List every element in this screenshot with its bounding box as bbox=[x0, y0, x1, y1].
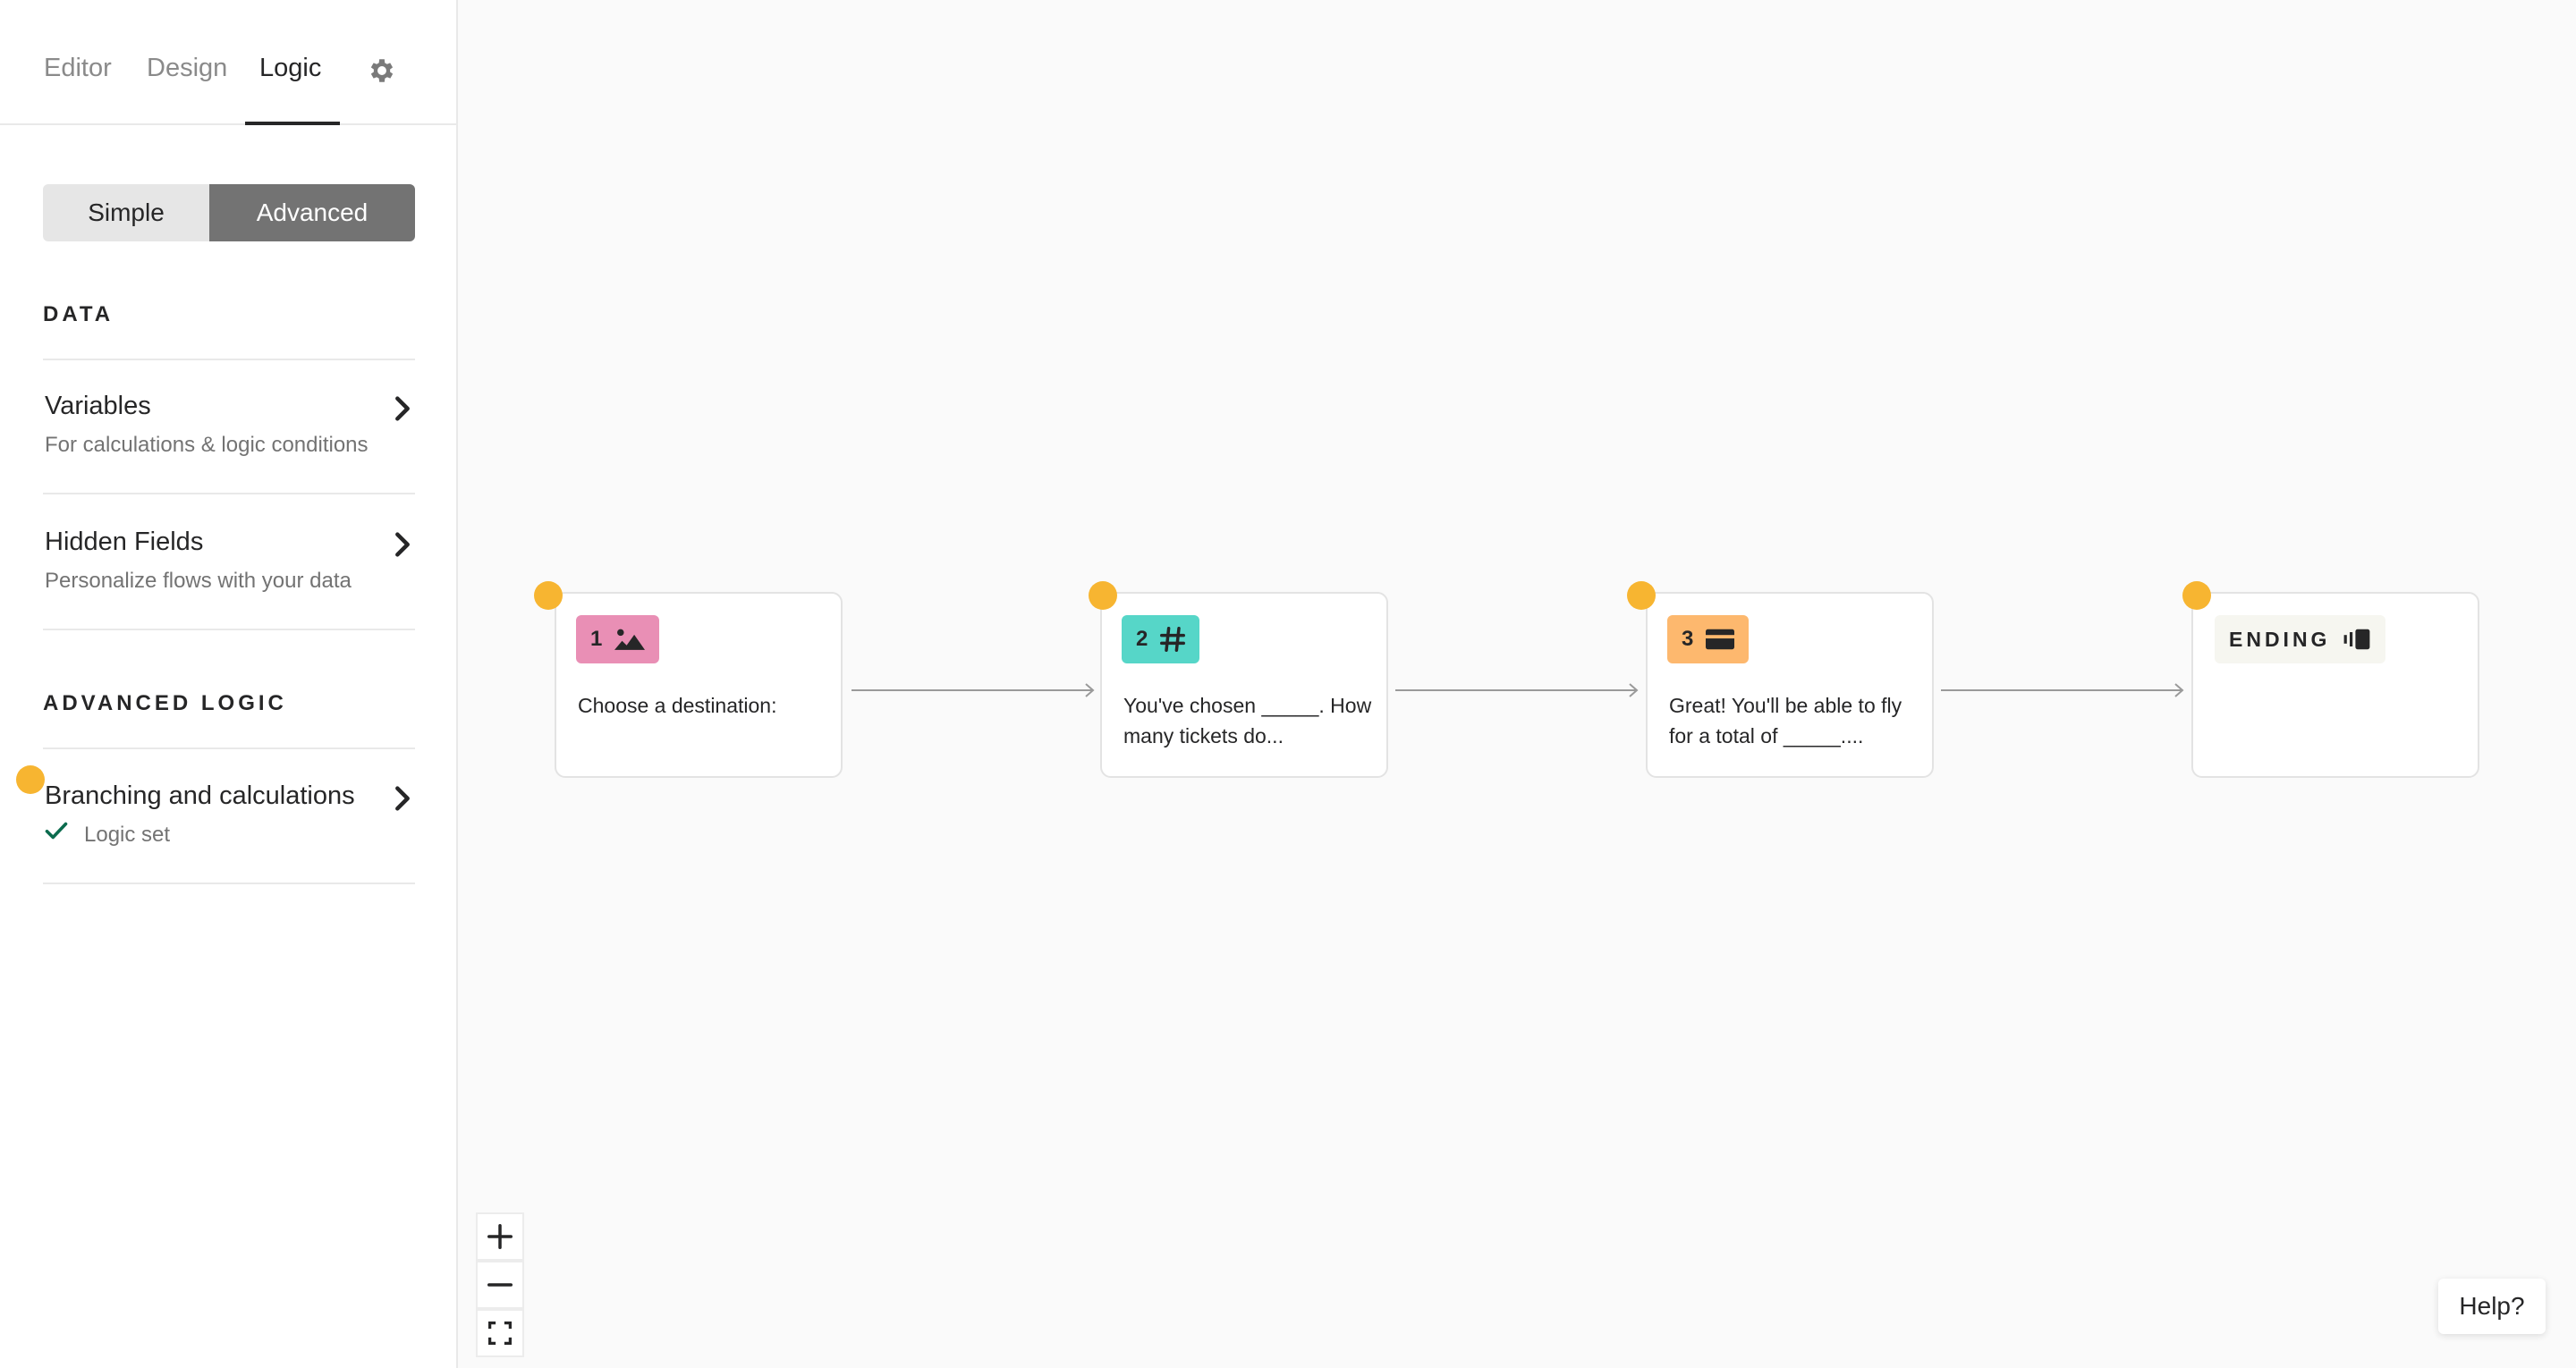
question-text: Great! You'll be able to fly for a total… bbox=[1669, 694, 1902, 747]
question-badge-1: 1 bbox=[576, 615, 660, 663]
minus-icon bbox=[487, 1283, 513, 1287]
ending-badge: ENDING bbox=[2215, 615, 2386, 663]
advanced-mode-button[interactable]: Advanced bbox=[209, 184, 415, 241]
divider bbox=[43, 882, 415, 884]
hidden-fields-title: Hidden Fields bbox=[45, 528, 204, 556]
zoom-in-button[interactable] bbox=[476, 1212, 524, 1261]
question-text: Choose a destination: bbox=[578, 694, 777, 717]
ending-icon bbox=[2344, 629, 2370, 650]
checkmark-icon bbox=[45, 822, 68, 840]
hidden-fields-item[interactable]: Hidden Fields Personalize flows with you… bbox=[43, 528, 415, 599]
zoom-out-button[interactable] bbox=[476, 1261, 524, 1309]
tab-design[interactable]: Design bbox=[147, 54, 227, 83]
logic-mode-toggle: Simple Advanced bbox=[43, 184, 415, 241]
advanced-logic-section-heading: ADVANCED LOGIC bbox=[43, 691, 287, 715]
node-logic-dot[interactable] bbox=[1627, 581, 1656, 610]
ending-node[interactable]: ENDING bbox=[2191, 592, 2479, 778]
variables-item[interactable]: Variables For calculations & logic condi… bbox=[43, 392, 415, 463]
node-logic-dot[interactable] bbox=[2182, 581, 2211, 610]
divider bbox=[43, 629, 415, 630]
question-number: 2 bbox=[1136, 627, 1148, 651]
question-number: 1 bbox=[590, 627, 603, 651]
help-button[interactable]: Help? bbox=[2438, 1279, 2546, 1334]
simple-mode-button[interactable]: Simple bbox=[43, 184, 209, 241]
chevron-right-icon bbox=[395, 532, 410, 557]
connector-arrow bbox=[852, 683, 1095, 697]
connector-arrow bbox=[1941, 683, 2184, 697]
question-node-3[interactable]: 3 Great! You'll be able to fly for a tot… bbox=[1646, 592, 1934, 778]
ending-label: ENDING bbox=[2229, 627, 2331, 651]
question-text: You've chosen _____. How many tickets do… bbox=[1123, 694, 1372, 747]
question-node-1[interactable]: 1 Choose a destination: bbox=[555, 592, 843, 778]
data-section-heading: DATA bbox=[43, 302, 114, 326]
question-badge-2: 2 bbox=[1122, 615, 1200, 663]
gear-icon[interactable] bbox=[367, 55, 397, 86]
divider bbox=[43, 493, 415, 494]
logic-set-status: Logic set bbox=[84, 823, 171, 847]
tab-editor[interactable]: Editor bbox=[44, 54, 112, 83]
node-logic-dot[interactable] bbox=[534, 581, 563, 610]
chevron-right-icon bbox=[395, 396, 410, 421]
panel-tabs: Editor Design Logic bbox=[0, 0, 456, 125]
question-node-2[interactable]: 2 You've chosen _____. How many tickets … bbox=[1100, 592, 1388, 778]
logic-indicator-dot bbox=[16, 765, 45, 794]
branching-calculations-item[interactable]: Branching and calculations Logic set bbox=[43, 781, 415, 853]
branching-title: Branching and calculations bbox=[45, 781, 355, 810]
node-logic-dot[interactable] bbox=[1089, 581, 1117, 610]
fit-view-button[interactable] bbox=[476, 1309, 524, 1357]
tab-logic[interactable]: Logic bbox=[259, 54, 321, 83]
picture-choice-icon bbox=[614, 629, 646, 650]
hidden-fields-subtitle: Personalize flows with your data bbox=[45, 569, 352, 593]
logic-sidebar: Editor Design Logic Simple Advanced DATA… bbox=[0, 0, 458, 1368]
question-badge-3: 3 bbox=[1667, 615, 1750, 663]
variables-title: Variables bbox=[45, 392, 151, 420]
connector-arrow bbox=[1395, 683, 1639, 697]
fullscreen-icon bbox=[488, 1322, 512, 1345]
divider bbox=[43, 747, 415, 749]
payment-card-icon bbox=[1706, 629, 1735, 650]
active-tab-indicator bbox=[245, 122, 340, 125]
variables-subtitle: For calculations & logic conditions bbox=[45, 433, 369, 457]
chevron-right-icon bbox=[395, 786, 410, 811]
number-hash-icon bbox=[1160, 627, 1186, 652]
plus-icon bbox=[487, 1224, 513, 1249]
divider bbox=[43, 359, 415, 360]
question-number: 3 bbox=[1682, 627, 1694, 651]
